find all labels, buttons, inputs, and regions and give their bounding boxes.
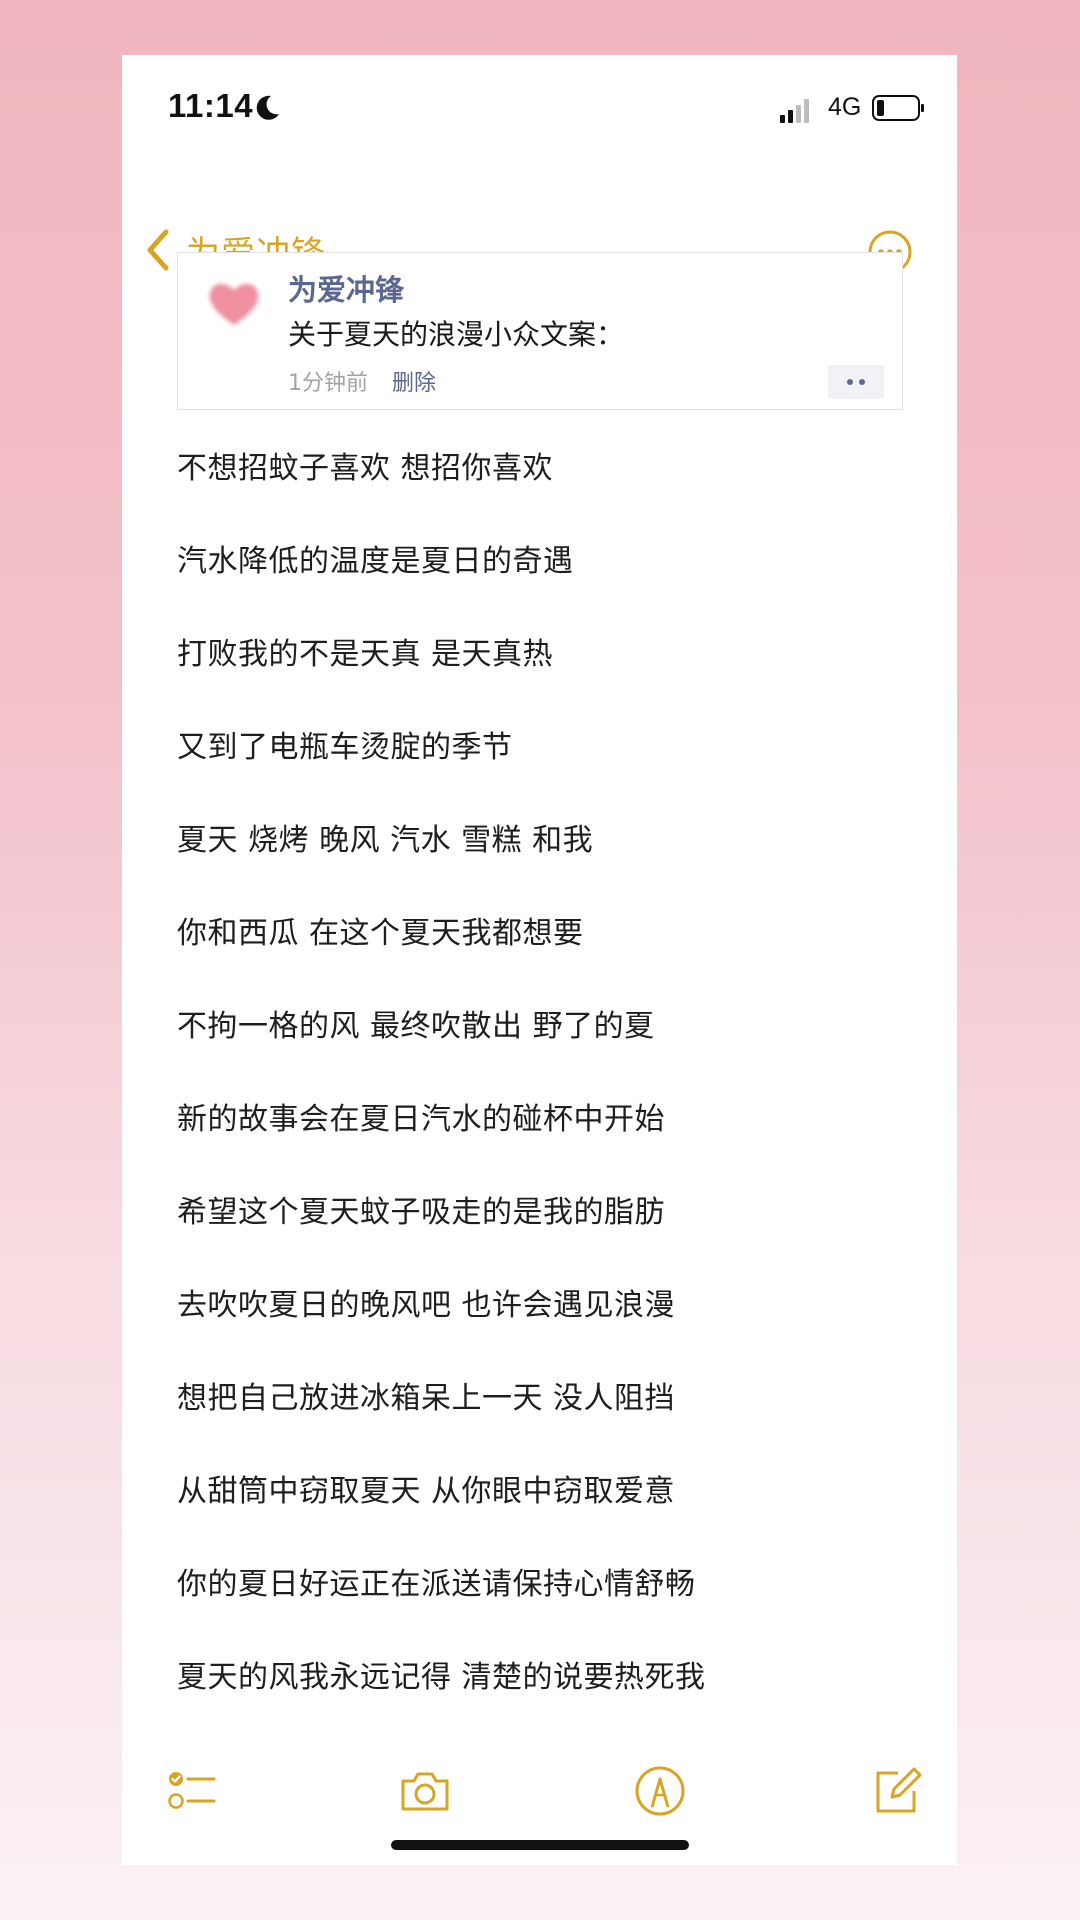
note-line: 希望这个夏天蚊子吸走的是我的脂肪	[177, 1195, 665, 1230]
camera-icon[interactable]	[397, 1763, 453, 1819]
markup-pen-icon[interactable]	[632, 1763, 688, 1819]
note-line: 又到了电瓶车烫腚的季节	[177, 730, 513, 765]
card-menu-button[interactable]	[828, 365, 884, 399]
compose-icon[interactable]	[868, 1763, 924, 1819]
note-line: 想把自己放进冰箱呆上一天 没人阻挡	[177, 1381, 676, 1416]
bottom-toolbar	[122, 1760, 957, 1840]
note-line: 新的故事会在夏日汽水的碰杯中开始	[177, 1102, 665, 1137]
moon-icon	[256, 95, 279, 120]
card-text: 关于夏天的浪漫小众文案：	[288, 318, 625, 351]
note-line: 不想招蚊子喜欢 想招你喜欢	[177, 451, 554, 486]
dot-icon	[847, 379, 853, 385]
note-line: 汽水降低的温度是夏日的奇遇	[177, 544, 574, 579]
note-line: 去吹吹夏日的晚风吧 也许会遇见浪漫	[177, 1288, 676, 1323]
home-indicator[interactable]	[391, 1840, 689, 1850]
delete-link[interactable]: 删除	[392, 365, 436, 397]
note-line: 你和西瓜 在这个夏天我都想要	[177, 916, 584, 951]
battery-icon	[872, 95, 924, 121]
note-line: 夏天的风我永远记得 清楚的说要热死我	[177, 1660, 706, 1695]
checklist-icon[interactable]	[164, 1763, 220, 1819]
note-line: 夏天 烧烤 晚风 汽水 雪糕 和我	[177, 823, 594, 858]
status-time: 11:14	[168, 87, 254, 124]
heart-avatar-icon	[209, 283, 259, 325]
note-line: 你的夏日好运正在派送请保持心情舒畅	[177, 1567, 696, 1602]
share-card[interactable]: 为爱冲锋 关于夏天的浪漫小众文案： 1分钟前 删除	[177, 252, 903, 410]
status-bar: 11:14 4G	[122, 55, 957, 155]
note-line: 从甜筒中窃取夏天 从你眼中窃取爱意	[177, 1474, 676, 1509]
note-line: 不拘一格的风 最终吹散出 野了的夏	[177, 1009, 655, 1044]
card-time-ago: 1分钟前	[288, 371, 368, 396]
card-title: 为爱冲锋	[288, 273, 405, 307]
network-label: 4G	[828, 93, 862, 121]
signal-icon	[780, 99, 809, 123]
note-line: 打败我的不是天真 是天真热	[177, 637, 554, 672]
dot-icon	[859, 379, 865, 385]
chevron-left-icon	[147, 229, 169, 271]
notes-screen: 11:14 4G 为爱冲锋 关于夏天的浪漫小众文案： 1分钟前 删除 不想招蚊子…	[122, 55, 957, 1865]
